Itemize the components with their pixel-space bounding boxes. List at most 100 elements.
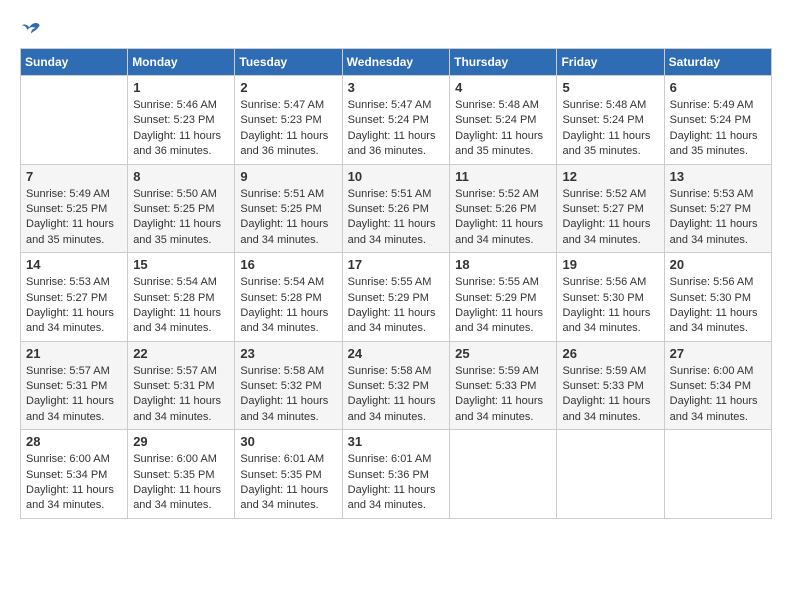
calendar-cell: 10 Sunrise: 5:51 AMSunset: 5:26 PMDayligh…	[342, 164, 450, 253]
calendar-cell: 19 Sunrise: 5:56 AMSunset: 5:30 PMDayligh…	[557, 253, 664, 342]
calendar-cell: 11Sunrise: 5:52 AMSunset: 5:26 PMDayligh…	[450, 164, 557, 253]
page-header	[20, 20, 772, 38]
logo	[20, 20, 40, 38]
day-number: 10	[348, 169, 445, 184]
day-number: 22	[133, 346, 229, 361]
calendar-header-row: SundayMondayTuesdayWednesdayThursdayFrid…	[21, 49, 772, 76]
day-number: 28	[26, 434, 122, 449]
calendar-cell: 4 Sunrise: 5:48 AMSunset: 5:24 PMDaylight…	[450, 76, 557, 165]
calendar-cell	[557, 430, 664, 519]
day-number: 14	[26, 257, 122, 272]
day-info: Sunrise: 5:54 AMSunset: 5:28 PMDaylight:…	[240, 275, 336, 337]
calendar-cell: 3 Sunrise: 5:47 AMSunset: 5:24 PMDaylight…	[342, 76, 450, 165]
day-info: Sunrise: 5:49 AMSunset: 5:25 PMDaylight:…	[26, 187, 122, 249]
day-info: Sunrise: 5:57 AMSunset: 5:31 PMDaylight:…	[133, 364, 229, 426]
calendar-cell	[664, 430, 771, 519]
calendar-header-friday: Friday	[557, 49, 664, 76]
calendar-header-wednesday: Wednesday	[342, 49, 450, 76]
calendar-cell	[21, 76, 128, 165]
day-number: 27	[670, 346, 766, 361]
day-info: Sunrise: 5:58 AMSunset: 5:32 PMDaylight:…	[240, 364, 336, 426]
day-info: Sunrise: 6:01 AMSunset: 5:35 PMDaylight:…	[240, 452, 336, 514]
day-number: 18	[455, 257, 551, 272]
day-number: 24	[348, 346, 445, 361]
calendar-week-row: 7Sunrise: 5:49 AMSunset: 5:25 PMDaylight…	[21, 164, 772, 253]
day-number: 30	[240, 434, 336, 449]
day-info: Sunrise: 5:57 AMSunset: 5:31 PMDaylight:…	[26, 364, 122, 426]
day-info: Sunrise: 5:55 AMSunset: 5:29 PMDaylight:…	[455, 275, 551, 337]
day-info: Sunrise: 5:56 AMSunset: 5:30 PMDaylight:…	[670, 275, 766, 337]
day-info: Sunrise: 6:00 AMSunset: 5:35 PMDaylight:…	[133, 452, 229, 514]
day-number: 26	[562, 346, 658, 361]
calendar-header-thursday: Thursday	[450, 49, 557, 76]
day-info: Sunrise: 5:51 AMSunset: 5:25 PMDaylight:…	[240, 187, 336, 249]
day-info: Sunrise: 5:56 AMSunset: 5:30 PMDaylight:…	[562, 275, 658, 337]
calendar-cell: 13 Sunrise: 5:53 AMSunset: 5:27 PMDayligh…	[664, 164, 771, 253]
day-number: 16	[240, 257, 336, 272]
calendar-cell: 2 Sunrise: 5:47 AMSunset: 5:23 PMDaylight…	[235, 76, 342, 165]
day-number: 8	[133, 169, 229, 184]
day-number: 19	[562, 257, 658, 272]
day-info: Sunrise: 5:48 AMSunset: 5:24 PMDaylight:…	[455, 98, 551, 160]
day-info: Sunrise: 5:46 AMSunset: 5:23 PMDaylight:…	[133, 98, 229, 160]
calendar-header-monday: Monday	[128, 49, 235, 76]
calendar-cell: 21 Sunrise: 5:57 AMSunset: 5:31 PMDayligh…	[21, 341, 128, 430]
calendar-cell: 12Sunrise: 5:52 AMSunset: 5:27 PMDayligh…	[557, 164, 664, 253]
day-number: 13	[670, 169, 766, 184]
calendar-week-row: 28 Sunrise: 6:00 AMSunset: 5:34 PMDayligh…	[21, 430, 772, 519]
calendar-cell: 29 Sunrise: 6:00 AMSunset: 5:35 PMDayligh…	[128, 430, 235, 519]
calendar-cell: 31Sunrise: 6:01 AMSunset: 5:36 PMDayligh…	[342, 430, 450, 519]
calendar-cell: 17 Sunrise: 5:55 AMSunset: 5:29 PMDayligh…	[342, 253, 450, 342]
calendar-header-tuesday: Tuesday	[235, 49, 342, 76]
calendar-week-row: 21 Sunrise: 5:57 AMSunset: 5:31 PMDayligh…	[21, 341, 772, 430]
calendar-cell: 23 Sunrise: 5:58 AMSunset: 5:32 PMDayligh…	[235, 341, 342, 430]
calendar-cell: 20Sunrise: 5:56 AMSunset: 5:30 PMDayligh…	[664, 253, 771, 342]
day-number: 29	[133, 434, 229, 449]
day-info: Sunrise: 6:00 AMSunset: 5:34 PMDaylight:…	[26, 452, 122, 514]
day-number: 23	[240, 346, 336, 361]
calendar-cell: 27Sunrise: 6:00 AMSunset: 5:34 PMDayligh…	[664, 341, 771, 430]
calendar-cell: 8 Sunrise: 5:50 AMSunset: 5:25 PMDaylight…	[128, 164, 235, 253]
day-info: Sunrise: 5:53 AMSunset: 5:27 PMDaylight:…	[670, 187, 766, 249]
day-number: 1	[133, 80, 229, 95]
day-number: 25	[455, 346, 551, 361]
calendar-cell: 5 Sunrise: 5:48 AMSunset: 5:24 PMDaylight…	[557, 76, 664, 165]
day-info: Sunrise: 5:49 AMSunset: 5:24 PMDaylight:…	[670, 98, 766, 160]
day-info: Sunrise: 5:50 AMSunset: 5:25 PMDaylight:…	[133, 187, 229, 249]
calendar-header-sunday: Sunday	[21, 49, 128, 76]
calendar-cell: 18 Sunrise: 5:55 AMSunset: 5:29 PMDayligh…	[450, 253, 557, 342]
calendar-cell: 24 Sunrise: 5:58 AMSunset: 5:32 PMDayligh…	[342, 341, 450, 430]
logo-bird-icon	[22, 20, 40, 38]
calendar-cell: 26 Sunrise: 5:59 AMSunset: 5:33 PMDayligh…	[557, 341, 664, 430]
calendar-cell: 1 Sunrise: 5:46 AMSunset: 5:23 PMDaylight…	[128, 76, 235, 165]
day-number: 31	[348, 434, 445, 449]
calendar-header-saturday: Saturday	[664, 49, 771, 76]
calendar-week-row: 1 Sunrise: 5:46 AMSunset: 5:23 PMDaylight…	[21, 76, 772, 165]
day-info: Sunrise: 5:59 AMSunset: 5:33 PMDaylight:…	[455, 364, 551, 426]
day-number: 21	[26, 346, 122, 361]
day-info: Sunrise: 5:48 AMSunset: 5:24 PMDaylight:…	[562, 98, 658, 160]
day-number: 15	[133, 257, 229, 272]
day-number: 2	[240, 80, 336, 95]
day-info: Sunrise: 5:55 AMSunset: 5:29 PMDaylight:…	[348, 275, 445, 337]
day-info: Sunrise: 5:58 AMSunset: 5:32 PMDaylight:…	[348, 364, 445, 426]
calendar-cell: 25 Sunrise: 5:59 AMSunset: 5:33 PMDayligh…	[450, 341, 557, 430]
day-info: Sunrise: 5:59 AMSunset: 5:33 PMDaylight:…	[562, 364, 658, 426]
day-number: 4	[455, 80, 551, 95]
day-info: Sunrise: 5:53 AMSunset: 5:27 PMDaylight:…	[26, 275, 122, 337]
calendar-week-row: 14 Sunrise: 5:53 AMSunset: 5:27 PMDayligh…	[21, 253, 772, 342]
day-info: Sunrise: 5:47 AMSunset: 5:24 PMDaylight:…	[348, 98, 445, 160]
calendar-cell: 22 Sunrise: 5:57 AMSunset: 5:31 PMDayligh…	[128, 341, 235, 430]
day-info: Sunrise: 5:51 AMSunset: 5:26 PMDaylight:…	[348, 187, 445, 249]
day-number: 5	[562, 80, 658, 95]
calendar-table: SundayMondayTuesdayWednesdayThursdayFrid…	[20, 48, 772, 519]
day-number: 6	[670, 80, 766, 95]
day-number: 3	[348, 80, 445, 95]
calendar-cell	[450, 430, 557, 519]
day-number: 12	[562, 169, 658, 184]
calendar-cell: 30 Sunrise: 6:01 AMSunset: 5:35 PMDayligh…	[235, 430, 342, 519]
day-number: 17	[348, 257, 445, 272]
day-number: 9	[240, 169, 336, 184]
calendar-cell: 15Sunrise: 5:54 AMSunset: 5:28 PMDayligh…	[128, 253, 235, 342]
day-info: Sunrise: 5:47 AMSunset: 5:23 PMDaylight:…	[240, 98, 336, 160]
